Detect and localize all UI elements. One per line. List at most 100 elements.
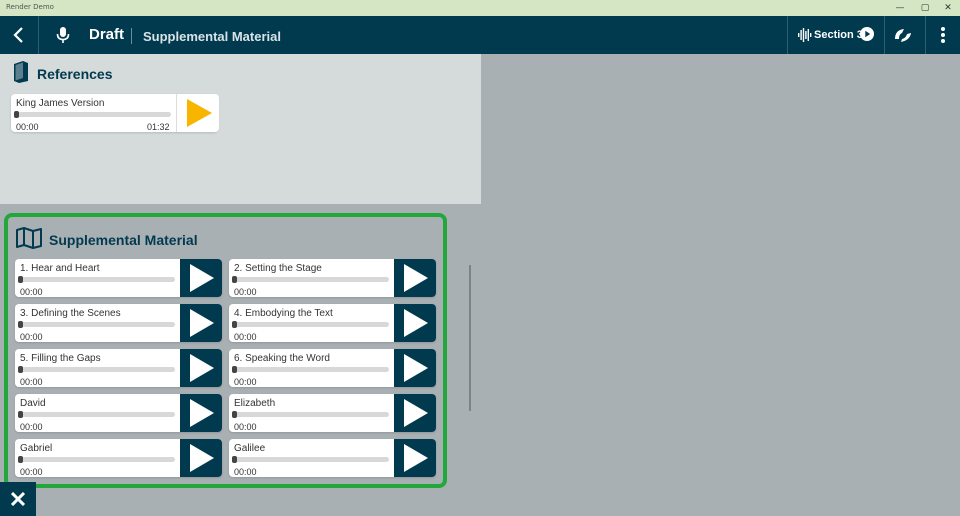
audio-progress-bar[interactable] bbox=[18, 456, 175, 463]
current-time: 00:00 bbox=[234, 422, 257, 432]
current-time: 00:00 bbox=[20, 287, 43, 297]
kebab-dot bbox=[941, 39, 945, 43]
play-icon bbox=[404, 444, 428, 472]
play-icon bbox=[190, 354, 214, 382]
current-time: 00:00 bbox=[20, 467, 43, 477]
item-name: 2. Setting the Stage bbox=[234, 263, 322, 274]
section-play-button[interactable]: Section 3 bbox=[787, 16, 885, 54]
supplemental-card[interactable]: Elizabeth 00:00 bbox=[229, 394, 436, 432]
progress-knob[interactable] bbox=[232, 411, 237, 418]
supplemental-card[interactable]: 2. Setting the Stage 00:00 bbox=[229, 259, 436, 297]
audio-progress-bar[interactable] bbox=[232, 456, 389, 463]
item-name: David bbox=[20, 398, 46, 409]
audio-progress-bar[interactable] bbox=[232, 366, 389, 373]
progress-knob[interactable] bbox=[18, 276, 23, 283]
book-icon bbox=[14, 61, 28, 83]
progress-knob[interactable] bbox=[232, 366, 237, 373]
progress-knob[interactable] bbox=[18, 456, 23, 463]
current-time: 00:00 bbox=[20, 422, 43, 432]
item-name: 4. Embodying the Text bbox=[234, 308, 333, 319]
audio-progress-bar[interactable] bbox=[18, 321, 175, 328]
menu-button[interactable] bbox=[925, 16, 960, 54]
maximize-button[interactable]: ▢ bbox=[913, 0, 937, 16]
scrollbar[interactable] bbox=[469, 265, 471, 411]
item-name: Galilee bbox=[234, 443, 266, 454]
minimize-button[interactable]: — bbox=[888, 0, 912, 16]
reference-card[interactable]: King James Version 00:00 01:32 bbox=[11, 94, 219, 132]
supplemental-card[interactable]: 4. Embodying the Text 00:00 bbox=[229, 304, 436, 342]
play-icon bbox=[190, 264, 214, 292]
play-button[interactable] bbox=[180, 259, 222, 297]
window-title: Render Demo bbox=[6, 3, 54, 11]
play-icon bbox=[404, 399, 428, 427]
audio-progress-bar[interactable] bbox=[18, 411, 175, 418]
progress-knob[interactable] bbox=[14, 111, 19, 118]
play-icon bbox=[190, 309, 214, 337]
play-button[interactable] bbox=[176, 94, 219, 132]
play-button[interactable] bbox=[394, 394, 436, 432]
window-titlebar: Render Demo — ▢ ✕ bbox=[0, 0, 960, 16]
play-button[interactable] bbox=[394, 304, 436, 342]
audio-progress-bar[interactable] bbox=[18, 276, 175, 283]
play-button[interactable] bbox=[394, 259, 436, 297]
play-icon bbox=[187, 99, 212, 127]
mode-label: Draft bbox=[89, 26, 125, 43]
supplemental-card[interactable]: 1. Hear and Heart 00:00 bbox=[15, 259, 222, 297]
item-name: 3. Defining the Scenes bbox=[20, 308, 121, 319]
close-x-icon bbox=[11, 492, 25, 506]
progress-knob[interactable] bbox=[18, 321, 23, 328]
current-time: 00:00 bbox=[234, 332, 257, 342]
references-heading: References bbox=[37, 66, 113, 82]
audio-progress-bar[interactable] bbox=[18, 366, 175, 373]
close-panel-button[interactable] bbox=[0, 482, 36, 516]
progress-knob[interactable] bbox=[18, 411, 23, 418]
supplemental-card[interactable]: 3. Defining the Scenes 00:00 bbox=[15, 304, 222, 342]
title-divider bbox=[131, 28, 132, 44]
current-time: 00:00 bbox=[234, 377, 257, 387]
kebab-dot bbox=[941, 27, 945, 31]
current-time: 00:00 bbox=[20, 377, 43, 387]
microphone-icon[interactable] bbox=[56, 26, 70, 44]
audio-progress-bar[interactable] bbox=[232, 321, 389, 328]
play-button[interactable] bbox=[180, 394, 222, 432]
item-name: Gabriel bbox=[20, 443, 53, 454]
duration: 01:32 bbox=[147, 122, 170, 132]
map-icon bbox=[16, 227, 42, 249]
close-window-button[interactable]: ✕ bbox=[936, 0, 960, 16]
chevron-left-icon bbox=[13, 27, 23, 43]
play-icon bbox=[190, 399, 214, 427]
progress-knob[interactable] bbox=[18, 366, 23, 373]
render-logo-icon[interactable] bbox=[893, 25, 913, 45]
supplemental-card[interactable]: 6. Speaking the Word 00:00 bbox=[229, 349, 436, 387]
references-panel: References King James Version 00:00 01:3… bbox=[0, 54, 481, 204]
item-name: 1. Hear and Heart bbox=[20, 263, 100, 274]
supplemental-panel: Supplemental Material 1. Hear and Heart … bbox=[4, 213, 447, 488]
item-name: 5. Filling the Gaps bbox=[20, 353, 101, 364]
supplemental-card[interactable]: Gabriel 00:00 bbox=[15, 439, 222, 477]
progress-knob[interactable] bbox=[232, 276, 237, 283]
play-button[interactable] bbox=[180, 439, 222, 477]
audio-progress-bar[interactable] bbox=[232, 411, 389, 418]
waveform-icon bbox=[798, 28, 812, 42]
current-time: 00:00 bbox=[234, 467, 257, 477]
audio-progress-bar[interactable] bbox=[232, 276, 389, 283]
app-bar: Draft Supplemental Material Section 3 bbox=[0, 16, 960, 54]
play-icon bbox=[404, 309, 428, 337]
current-time: 00:00 bbox=[20, 332, 43, 342]
section-label: Section 3 bbox=[814, 29, 863, 41]
play-circle-icon bbox=[860, 27, 874, 41]
supplemental-card[interactable]: Galilee 00:00 bbox=[229, 439, 436, 477]
supplemental-card[interactable]: David 00:00 bbox=[15, 394, 222, 432]
play-button[interactable] bbox=[394, 439, 436, 477]
play-icon bbox=[190, 444, 214, 472]
play-button[interactable] bbox=[180, 349, 222, 387]
current-time: 00:00 bbox=[16, 122, 39, 132]
audio-progress-bar[interactable] bbox=[14, 111, 171, 118]
progress-knob[interactable] bbox=[232, 456, 237, 463]
supplemental-card[interactable]: 5. Filling the Gaps 00:00 bbox=[15, 349, 222, 387]
play-icon bbox=[404, 354, 428, 382]
progress-knob[interactable] bbox=[232, 321, 237, 328]
play-button[interactable] bbox=[394, 349, 436, 387]
back-button[interactable] bbox=[0, 16, 39, 54]
play-button[interactable] bbox=[180, 304, 222, 342]
